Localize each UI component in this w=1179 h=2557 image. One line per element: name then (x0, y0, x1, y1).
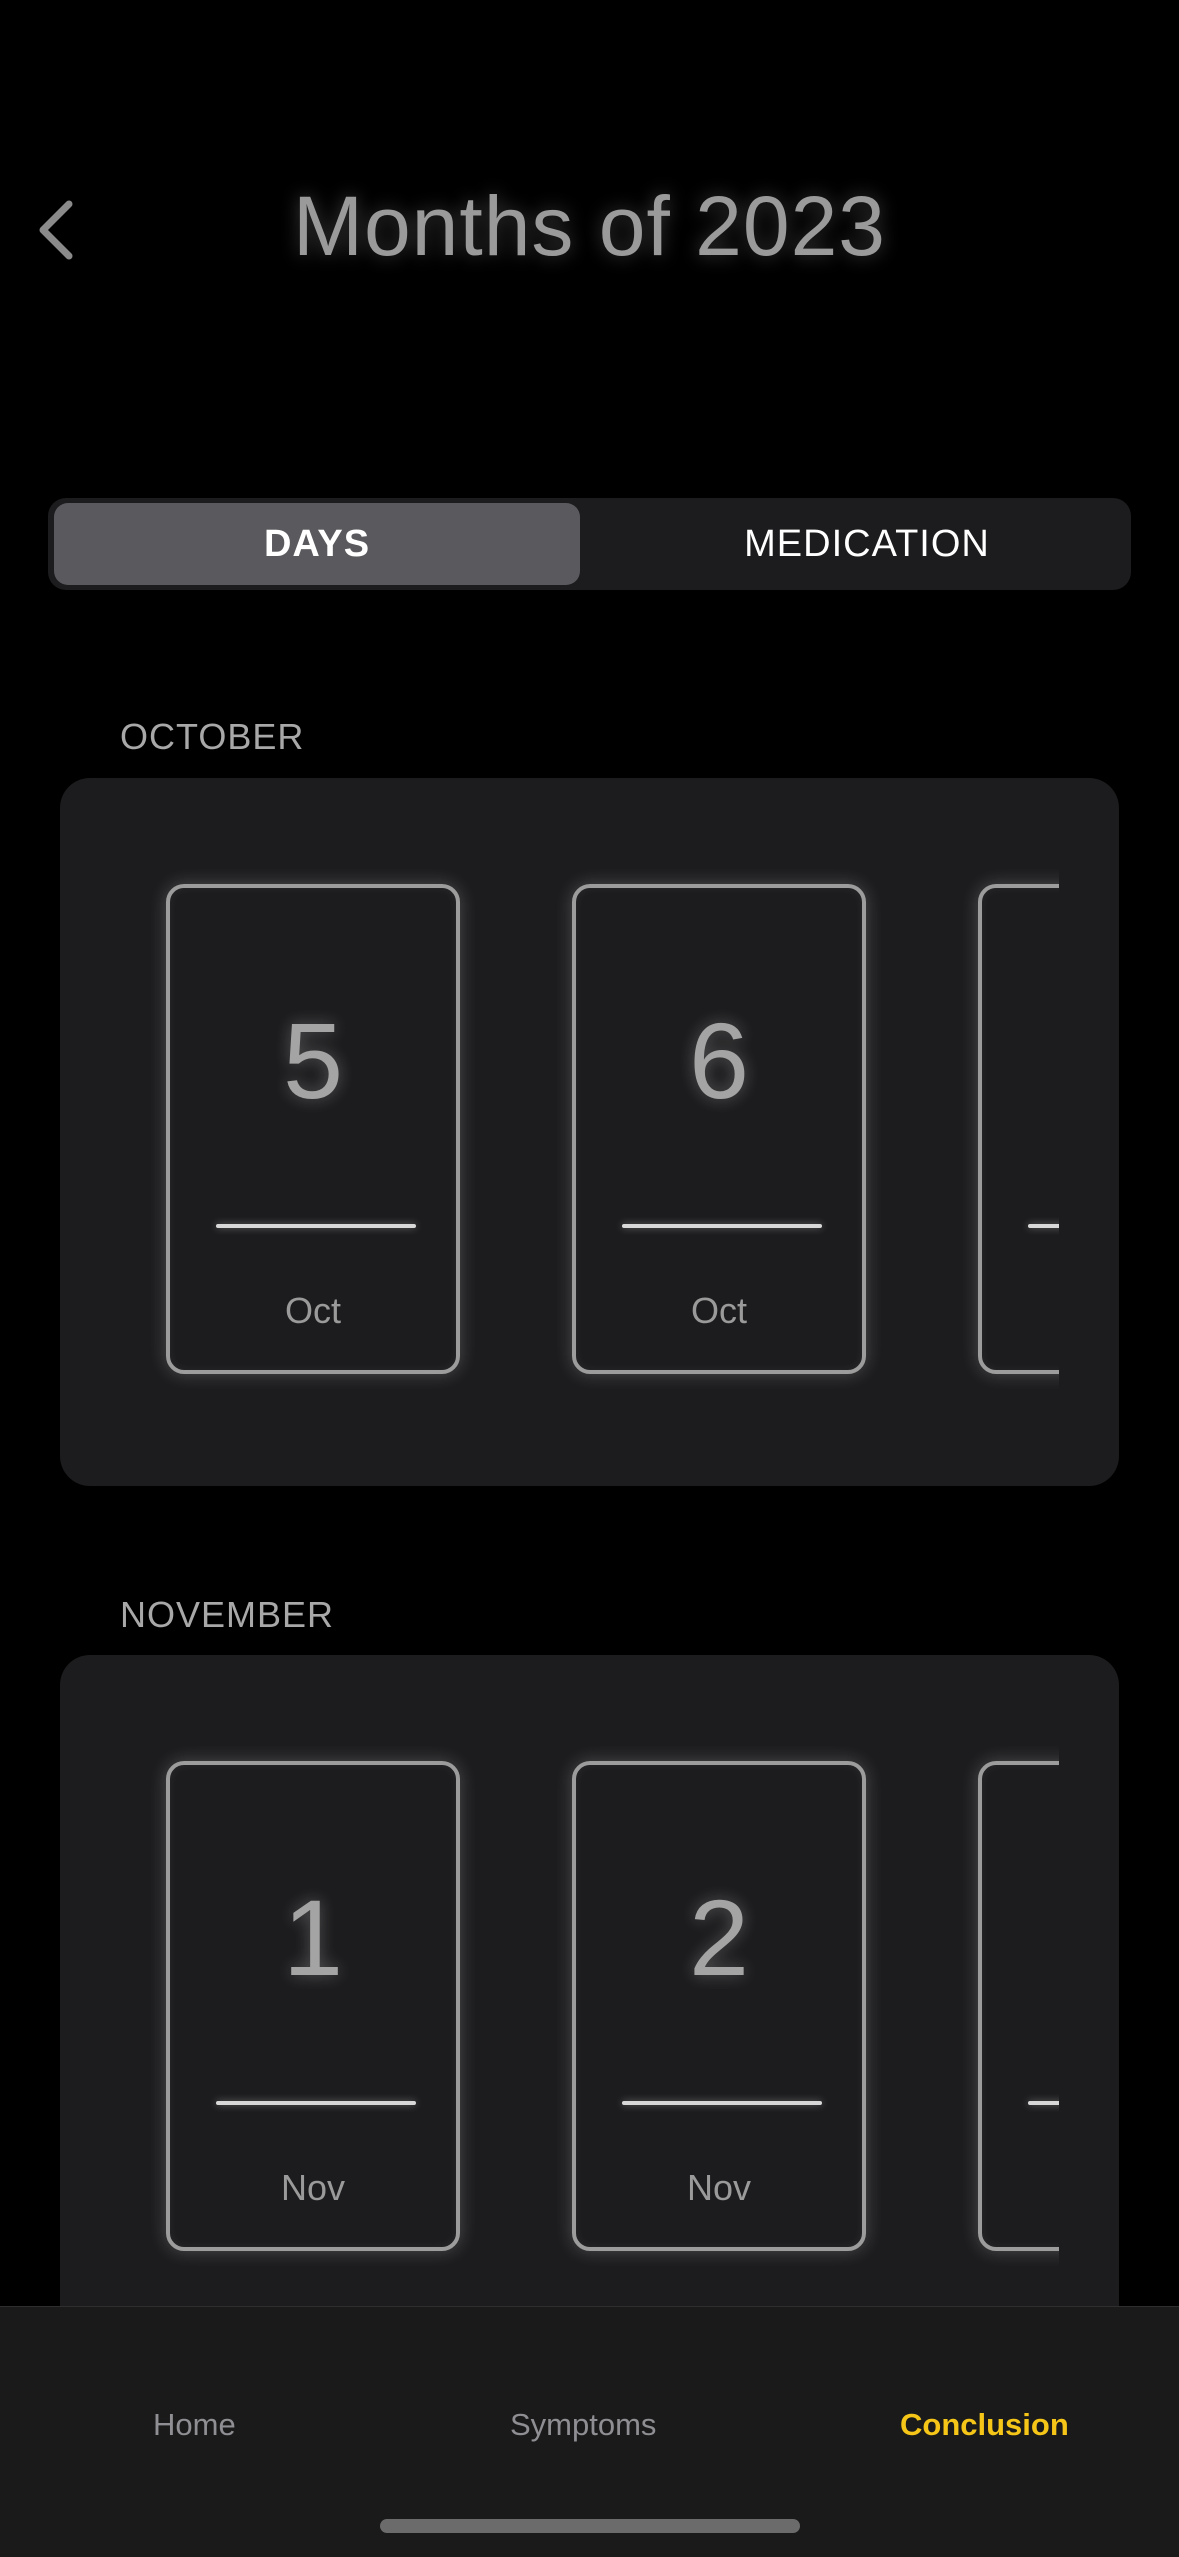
day-month: Nov (280, 2167, 346, 2208)
day-number: 2 (688, 1877, 750, 1998)
segment-medication[interactable]: MEDICATION (604, 503, 1130, 585)
day-tile-partial[interactable] (978, 884, 1059, 1374)
day-tile[interactable]: 1 Nov (166, 1761, 460, 2251)
segmented-control: DAYS MEDICATION (48, 498, 1131, 590)
header: Months of 2023 (0, 150, 1179, 310)
tab-home[interactable]: Home (153, 2407, 236, 2443)
day-divider (622, 1224, 822, 1228)
tab-bar: Home Symptoms Conclusion (0, 2306, 1179, 2557)
day-tile-partial[interactable] (978, 1761, 1059, 2251)
day-number: 5 (282, 1000, 344, 1121)
day-tile[interactable]: 2 Nov (572, 1761, 866, 2251)
day-divider (1028, 1224, 1059, 1228)
tab-conclusion[interactable]: Conclusion (900, 2407, 1069, 2443)
day-month: Oct (284, 1290, 341, 1331)
day-month: Nov (686, 2167, 752, 2208)
day-tile[interactable]: 6 Oct (572, 884, 866, 1374)
day-strip[interactable]: 1 Nov 2 Nov (60, 1655, 1059, 2363)
page-title: Months of 2023 (292, 179, 887, 273)
month-card-october: 5 Oct 6 Oct (60, 778, 1119, 1486)
segment-days[interactable]: DAYS (54, 503, 580, 585)
month-label-october: OCTOBER (120, 716, 305, 757)
day-number: 1 (282, 1877, 344, 1998)
day-divider (1028, 2101, 1059, 2105)
home-indicator (380, 2519, 800, 2533)
day-divider (622, 2101, 822, 2105)
day-number: 6 (688, 1000, 750, 1121)
day-strip[interactable]: 5 Oct 6 Oct (60, 778, 1059, 1486)
day-divider (216, 1224, 416, 1228)
month-label-november: NOVEMBER (120, 1594, 335, 1635)
day-month: Oct (690, 1290, 747, 1331)
tab-symptoms[interactable]: Symptoms (510, 2407, 656, 2443)
day-divider (216, 2101, 416, 2105)
month-card-november: 1 Nov 2 Nov (60, 1655, 1119, 2363)
day-tile[interactable]: 5 Oct (166, 884, 460, 1374)
